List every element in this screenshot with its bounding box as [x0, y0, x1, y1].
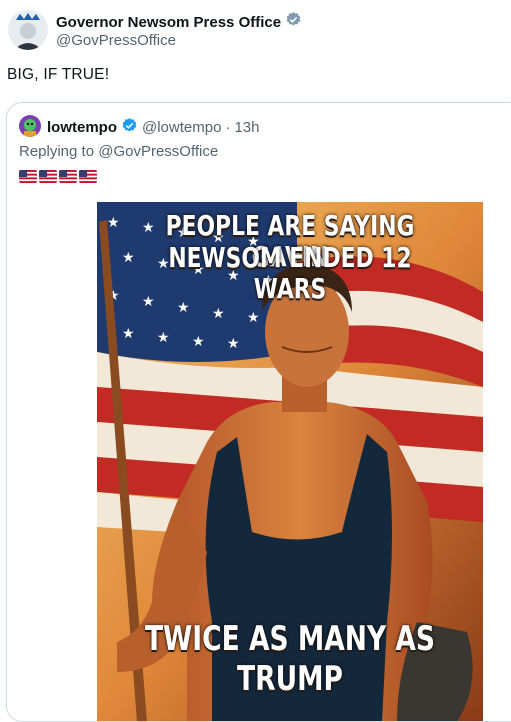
us-flag-icon [19, 170, 37, 183]
tweet-header: Governor Newsom Press Office @GovPressOf… [8, 8, 503, 56]
replying-to-line: Replying to @GovPressOffice [19, 143, 218, 160]
meme-image[interactable]: ★ ★ ★ ★ ★ ★ ★ ★ ★ ★ ★ ★ ★ ★ ★ ★ ★ ★ ★ PE… [97, 202, 483, 721]
replying-to-mention[interactable]: @GovPressOffice [98, 143, 218, 160]
us-flag-icon [79, 170, 97, 183]
quoted-author-avatar[interactable] [19, 115, 41, 137]
quoted-display-name[interactable]: lowtempo [47, 119, 117, 136]
svg-text:★: ★ [212, 306, 225, 322]
blue-verified-badge-icon [121, 117, 138, 138]
separator-dot: · [225, 119, 231, 136]
author-avatar[interactable] [8, 10, 48, 50]
author-handle[interactable]: @GovPressOffice [56, 32, 176, 49]
tweet-text: BIG, IF TRUE! [7, 66, 110, 83]
us-flag-icon [59, 170, 77, 183]
quoted-handle[interactable]: @lowtempo [142, 119, 221, 136]
quoted-timestamp[interactable]: 13h [234, 119, 259, 136]
us-flag-icon [39, 170, 57, 183]
meme-top-text-line2: NEWSOM ENDED 12 WARS [168, 241, 412, 305]
meme-bottom-text-line1: TWICE AS MANY AS [144, 619, 436, 659]
svg-text:★: ★ [247, 310, 260, 326]
gray-verified-badge-icon [285, 11, 302, 33]
meme-bottom-text-line2: TRUMP [237, 659, 343, 699]
svg-text:★: ★ [192, 334, 205, 350]
svg-text:★: ★ [157, 330, 170, 346]
quoted-tweet-card[interactable]: lowtempo @lowtempo · 13h Replying to @Go… [6, 102, 511, 722]
svg-text:★: ★ [122, 250, 135, 266]
svg-text:★: ★ [227, 336, 240, 352]
flag-emoji-row [19, 170, 97, 183]
replying-prefix: Replying to [19, 143, 99, 160]
author-display-name[interactable]: Governor Newsom Press Office [56, 14, 281, 31]
svg-text:★: ★ [107, 215, 120, 231]
svg-text:★: ★ [122, 326, 135, 342]
